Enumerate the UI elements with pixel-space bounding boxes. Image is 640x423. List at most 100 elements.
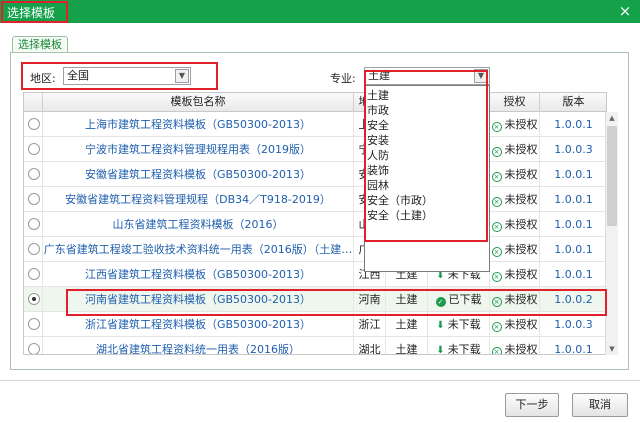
- row-download-status: 未下载: [447, 318, 481, 331]
- table-row[interactable]: 安徽省建筑工程资料管理规程（DB34／T918-2019）安徽×未授权1.0.0…: [24, 187, 606, 212]
- chevron-down-icon[interactable]: ▼: [175, 69, 189, 83]
- next-button[interactable]: 下一步: [505, 393, 559, 417]
- row-auth-status: 未授权: [504, 343, 538, 355]
- unauthorized-icon: ×: [491, 247, 502, 257]
- template-table: 模板包名称 地区 授权 版本 上海市建筑工程资料模板（GB50300-2013）…: [23, 92, 607, 355]
- table-row[interactable]: 宁波市建筑工程资料管理规程用表（2019版）宁波×未授权1.0.0.3: [24, 137, 606, 162]
- row-template-name[interactable]: 湖北省建筑工程资料统一用表（2016版）: [43, 337, 354, 354]
- check-circle-icon: ✓: [435, 297, 446, 307]
- row-radio-cell[interactable]: [24, 312, 43, 337]
- scroll-thumb[interactable]: [607, 126, 617, 226]
- row-specialty: 土建: [386, 337, 428, 354]
- region-select[interactable]: 全国 ▼: [63, 67, 191, 85]
- region-select-value: 全国: [67, 69, 89, 82]
- row-auth-cell: × 未授权: [490, 287, 540, 312]
- radio-button[interactable]: [28, 268, 40, 280]
- row-template-name[interactable]: 山东省建筑工程资料模板（2016）: [43, 212, 354, 237]
- row-version: 1.0.0.1: [540, 337, 606, 354]
- tab-select-template[interactable]: 选择模板: [12, 36, 68, 53]
- row-download-status: 已下载: [448, 293, 482, 306]
- table-scrollbar[interactable]: ▲ ▼: [605, 112, 618, 355]
- radio-button[interactable]: [28, 118, 40, 130]
- row-auth-cell: × 未授权: [490, 187, 540, 212]
- table-header: 模板包名称 地区 授权 版本: [24, 93, 606, 112]
- row-download-cell[interactable]: ⬇ 未下载: [428, 337, 490, 354]
- row-version: 1.0.0.3: [540, 312, 606, 337]
- dropdown-option[interactable]: 土建: [367, 88, 389, 103]
- table-row[interactable]: 江西省建筑工程资料模板（GB50300-2013） 江西 土建 ⬇ 未下载 × 未授权 1.0…: [24, 262, 606, 287]
- specialty-select-value: 土建: [368, 69, 390, 82]
- scroll-down-icon[interactable]: ▼: [606, 343, 618, 355]
- scroll-up-icon[interactable]: ▲: [606, 112, 618, 124]
- row-download-cell[interactable]: ⬇ 未下载: [428, 312, 490, 337]
- specialty-dropdown-list: 土建 市政 安全 安装 人防 装饰 园林 安全（市政） 安全（土建）: [364, 85, 490, 272]
- dropdown-option[interactable]: 安全（市政）: [367, 193, 433, 208]
- row-radio-cell[interactable]: [24, 187, 43, 212]
- row-radio-cell[interactable]: [24, 262, 43, 287]
- unauthorized-icon: ×: [491, 197, 502, 207]
- row-radio-cell[interactable]: [24, 237, 43, 262]
- radio-button[interactable]: [28, 343, 40, 354]
- table-row[interactable]: 浙江省建筑工程资料模板（GB50300-2013） 浙江 土建 ⬇ 未下载 × 未授权 1.0…: [24, 312, 606, 337]
- radio-button[interactable]: [28, 168, 40, 180]
- cancel-button[interactable]: 取消: [572, 393, 628, 417]
- table-row[interactable]: 湖北省建筑工程资料统一用表（2016版） 湖北 土建 ⬇ 未下载 × 未授权 1.0.0.1: [24, 337, 606, 355]
- radio-button[interactable]: [28, 193, 40, 205]
- table-row[interactable]: 山东省建筑工程资料模板（2016）山东×未授权1.0.0.1: [24, 212, 606, 237]
- download-arrow-icon: ⬇: [436, 320, 445, 331]
- row-version: 1.0.0.1: [540, 262, 606, 287]
- row-radio-cell[interactable]: [24, 162, 43, 187]
- row-auth-cell: × 未授权: [490, 262, 540, 287]
- table-row[interactable]: 上海市建筑工程资料模板（GB50300-2013）上海×未授权1.0.0.1: [24, 112, 606, 137]
- row-radio-cell[interactable]: [24, 112, 43, 137]
- dropdown-option[interactable]: 安全（土建）: [367, 208, 433, 223]
- chevron-down-icon[interactable]: ▼: [474, 69, 488, 83]
- radio-button[interactable]: [28, 293, 40, 305]
- row-template-name[interactable]: 江西省建筑工程资料模板（GB50300-2013）: [43, 262, 354, 287]
- row-specialty: 土建: [386, 287, 428, 312]
- table-row[interactable]: 广东省建筑工程竣工验收技术资料统一用表（2016版）（土建…广东×未授权1.0.…: [24, 237, 606, 262]
- unauthorized-icon: ×: [491, 322, 502, 332]
- specialty-select[interactable]: 土建 ▼: [364, 67, 490, 85]
- radio-button[interactable]: [28, 218, 40, 230]
- radio-button[interactable]: [28, 143, 40, 155]
- row-auth-status: 未授权: [504, 143, 538, 156]
- row-auth-status: 未授权: [504, 318, 538, 331]
- close-icon[interactable]: ×: [616, 1, 634, 21]
- dropdown-option[interactable]: 人防: [367, 148, 389, 163]
- row-template-name[interactable]: 河南省建筑工程资料模板（GB50300-2013）: [43, 287, 354, 312]
- row-template-name[interactable]: 上海市建筑工程资料模板（GB50300-2013）: [43, 112, 354, 137]
- table-row[interactable]: 河南省建筑工程资料模板（GB50300-2013） 河南 土建 ✓ 已下载 × 未授权 1.0…: [24, 287, 606, 312]
- unauthorized-icon: ×: [491, 347, 502, 354]
- row-template-name[interactable]: 安徽省建筑工程资料模板（GB50300-2013）: [43, 162, 354, 187]
- header-name[interactable]: 模板包名称: [43, 93, 354, 112]
- divider: [0, 380, 640, 381]
- header-status[interactable]: 授权: [490, 93, 540, 112]
- table-row[interactable]: 安徽省建筑工程资料模板（GB50300-2013）安徽×未授权1.0.0.1: [24, 162, 606, 187]
- dropdown-option[interactable]: 园林: [367, 178, 389, 193]
- unauthorized-icon: ×: [491, 297, 502, 307]
- radio-button[interactable]: [28, 318, 40, 330]
- row-radio-cell[interactable]: [24, 137, 43, 162]
- unauthorized-icon: ×: [491, 172, 502, 182]
- row-download-cell[interactable]: ✓ 已下载: [428, 287, 490, 312]
- dropdown-option[interactable]: 安装: [367, 133, 389, 148]
- row-template-name[interactable]: 广东省建筑工程竣工验收技术资料统一用表（2016版）（土建…: [43, 237, 354, 262]
- dropdown-option[interactable]: 安全: [367, 118, 389, 133]
- row-version: 1.0.0.1: [540, 212, 606, 237]
- title-highlight-box: [1, 1, 68, 23]
- header-version[interactable]: 版本: [540, 93, 606, 112]
- row-template-name[interactable]: 宁波市建筑工程资料管理规程用表（2019版）: [43, 137, 354, 162]
- dropdown-option[interactable]: 市政: [367, 103, 389, 118]
- row-template-name[interactable]: 浙江省建筑工程资料模板（GB50300-2013）: [43, 312, 354, 337]
- row-radio-cell[interactable]: [24, 337, 43, 354]
- dropdown-option[interactable]: 装饰: [367, 163, 389, 178]
- row-version: 1.0.0.3: [540, 137, 606, 162]
- radio-button[interactable]: [28, 243, 40, 255]
- row-auth-status: 未授权: [504, 168, 538, 181]
- row-region: 湖北: [354, 337, 386, 354]
- row-radio-cell[interactable]: [24, 212, 43, 237]
- row-radio-cell[interactable]: [24, 287, 43, 312]
- row-region: 浙江: [354, 312, 386, 337]
- row-template-name[interactable]: 安徽省建筑工程资料管理规程（DB34／T918-2019）: [43, 187, 354, 212]
